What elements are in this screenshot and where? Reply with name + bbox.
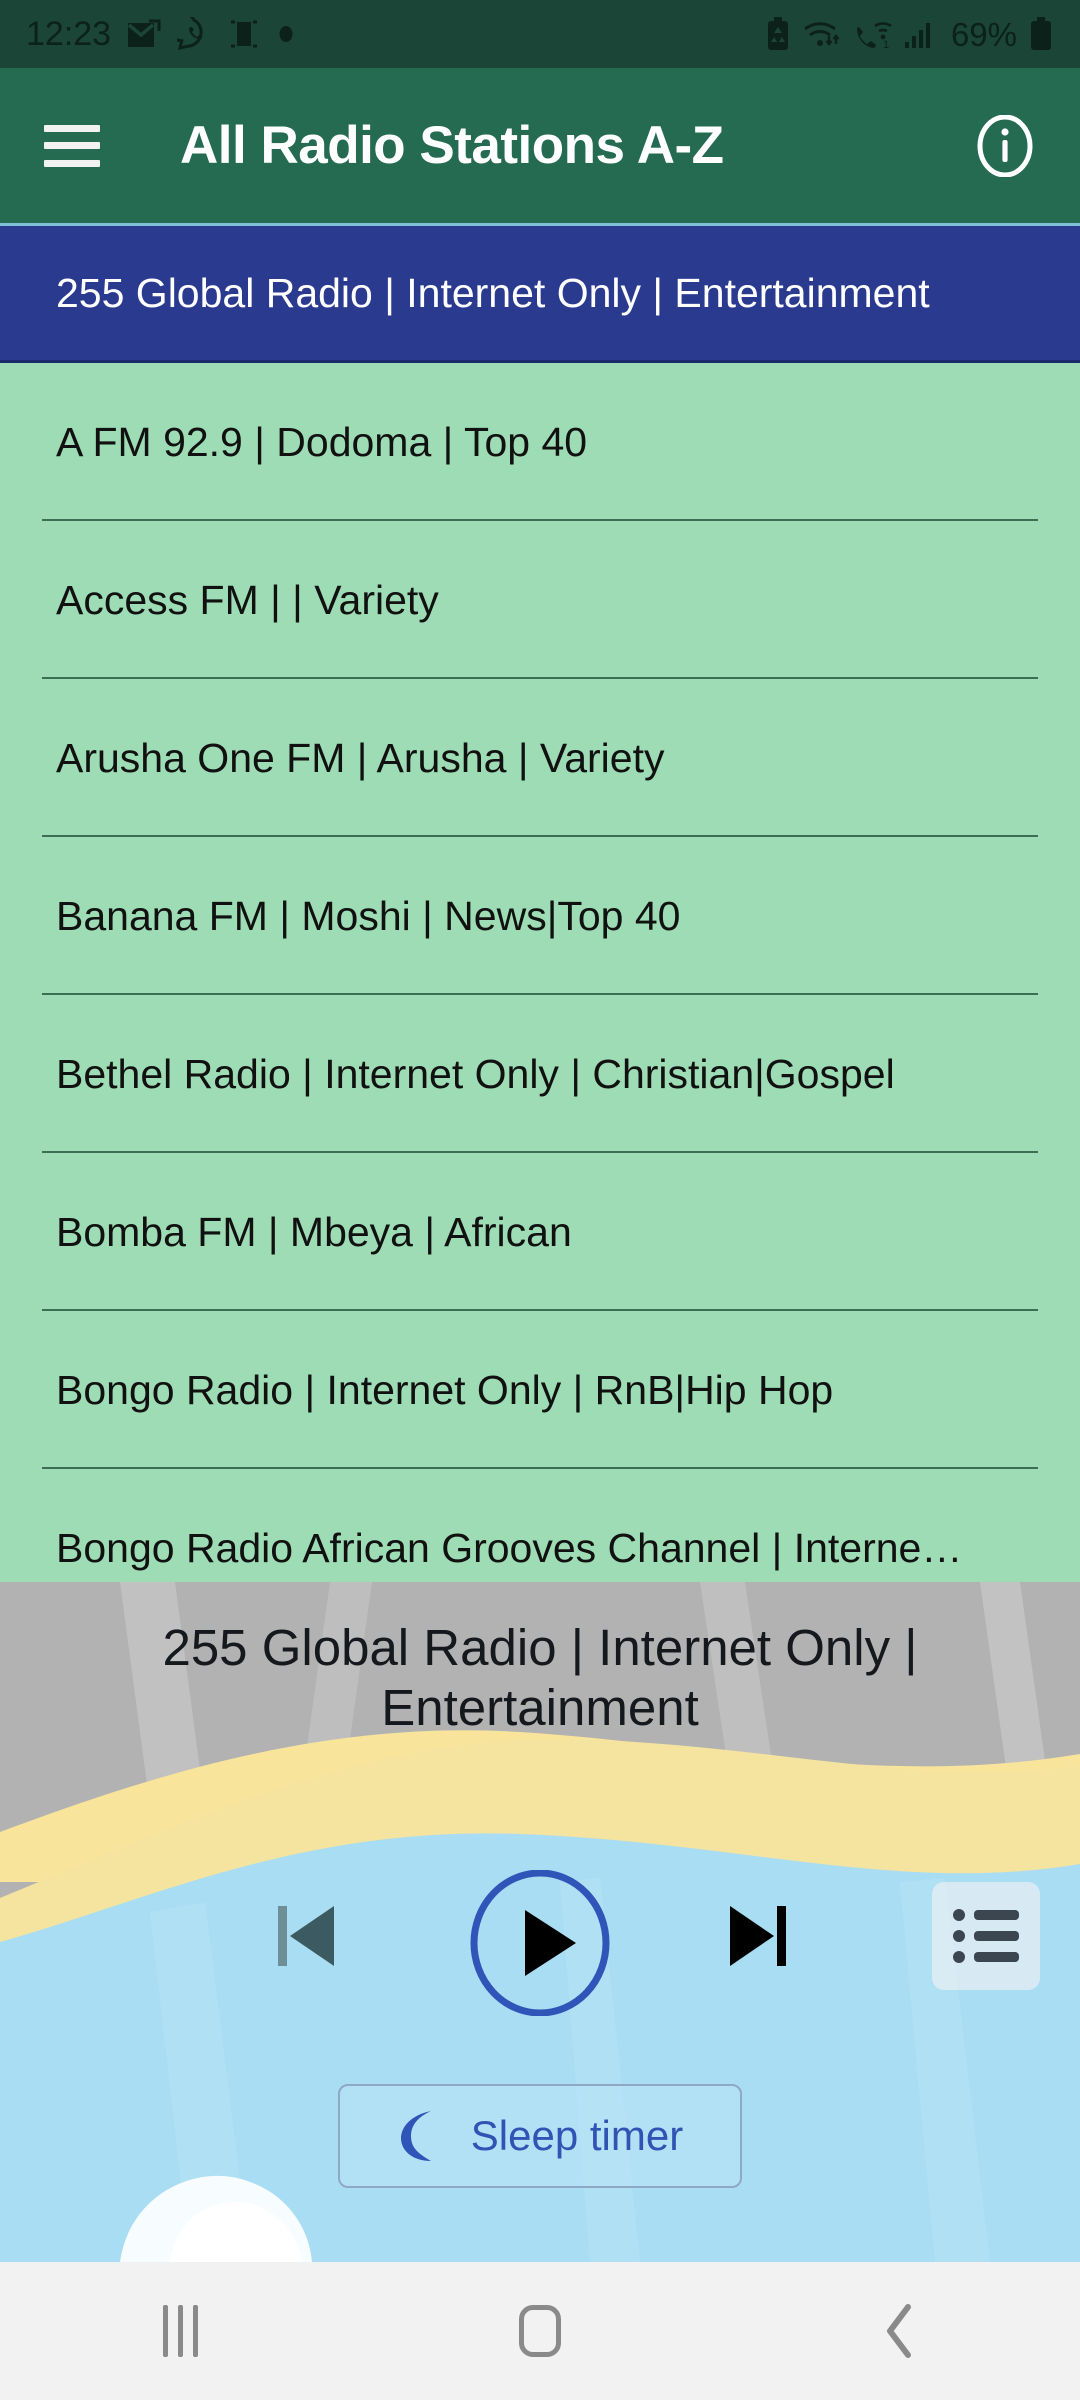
gmail-icon xyxy=(127,19,161,47)
sleep-timer-label: Sleep timer xyxy=(470,2112,684,2159)
station-row[interactable]: Access FM | | Variety xyxy=(0,521,1080,679)
recents-icon[interactable] xyxy=(0,2262,360,2400)
play-icon[interactable] xyxy=(467,1870,613,2016)
battery-icon xyxy=(1031,17,1051,50)
playlist-queue-icon[interactable] xyxy=(932,1882,1040,1990)
station-label: Banana FM | Moshi | News|Top 40 xyxy=(56,892,681,939)
station-row[interactable]: Bongo Radio African Grooves Channel | In… xyxy=(0,1469,1080,1583)
status-bar-clock: 12:23 xyxy=(26,15,112,53)
hamburger-bar xyxy=(44,142,100,149)
phone-screen: 12:23 1 69% All Radio Stations A-Z 255 G… xyxy=(0,0,1080,2400)
skip-next-icon[interactable] xyxy=(722,1894,792,1978)
back-icon[interactable] xyxy=(720,2262,1080,2400)
station-row[interactable]: Banana FM | Moshi | News|Top 40 xyxy=(0,837,1080,995)
hamburger-bar xyxy=(44,159,100,167)
station-row[interactable]: Bethel Radio | Internet Only | Christian… xyxy=(0,995,1080,1153)
recents-bar xyxy=(192,2305,198,2357)
svg-text:1: 1 xyxy=(883,39,889,50)
wifi-calling-icon: 1 xyxy=(856,22,892,50)
station-row-selected[interactable]: 255 Global Radio | Internet Only | Enter… xyxy=(0,223,1080,363)
hamburger-menu-icon[interactable] xyxy=(44,124,100,167)
home-icon[interactable] xyxy=(360,2262,720,2400)
whatsapp-icon xyxy=(177,17,203,51)
sleep-timer-button[interactable]: Sleep timer xyxy=(338,2084,742,2188)
back-glyph xyxy=(887,2304,911,2358)
recents-glyph xyxy=(162,2305,198,2357)
station-label: Arusha One FM | Arusha | Variety xyxy=(56,734,665,781)
home-glyph xyxy=(519,2305,561,2357)
station-label: Bongo Radio | Internet Only | RnB|Hip Ho… xyxy=(56,1366,834,1413)
status-bar-right: 1 69% xyxy=(765,17,1054,51)
battery-saver-icon xyxy=(767,17,788,50)
station-label: 255 Global Radio | Internet Only | Enter… xyxy=(56,269,930,316)
info-icon[interactable] xyxy=(974,114,1036,177)
skip-previous-icon[interactable] xyxy=(272,1894,342,1978)
recents-bar xyxy=(162,2305,168,2357)
screen-mirror-icon xyxy=(231,20,258,48)
app-bar: All Radio Stations A-Z xyxy=(0,68,1080,223)
station-label: Bethel Radio | Internet Only | Christian… xyxy=(56,1050,895,1097)
station-label: Bongo Radio African Grooves Channel | In… xyxy=(56,1524,963,1571)
page-title: All Radio Stations A-Z xyxy=(180,116,724,175)
station-label: Bomba FM | Mbeya | African xyxy=(56,1208,572,1255)
crescent-moon-icon xyxy=(400,2111,431,2161)
station-row[interactable]: Bongo Radio | Internet Only | RnB|Hip Ho… xyxy=(0,1311,1080,1469)
dot-indicator-icon xyxy=(279,26,293,42)
now-playing-title: 255 Global Radio | Internet Only | Enter… xyxy=(162,1619,918,1737)
cellular-signal-icon xyxy=(904,23,930,48)
status-bar: 12:23 1 69% xyxy=(0,0,1080,68)
station-list[interactable]: 255 Global Radio | Internet Only | Enter… xyxy=(0,223,1080,1583)
player-panel: 255 Global Radio | Internet Only | Enter… xyxy=(0,1582,1080,2262)
wifi-data-icon xyxy=(804,22,840,46)
station-row[interactable]: Arusha One FM | Arusha | Variety xyxy=(0,679,1080,837)
recents-bar xyxy=(177,2305,183,2357)
system-navigation-bar xyxy=(0,2262,1080,2400)
station-row[interactable]: Bomba FM | Mbeya | African xyxy=(0,1153,1080,1311)
status-bar-left: 12:23 xyxy=(26,17,295,51)
hamburger-bar xyxy=(44,124,100,132)
station-label: Access FM | | Variety xyxy=(56,576,439,623)
transport-controls xyxy=(0,1870,1080,2016)
station-row[interactable]: A FM 92.9 | Dodoma | Top 40 xyxy=(0,363,1080,521)
battery-percent-label: 69% xyxy=(950,15,1017,53)
station-label: A FM 92.9 | Dodoma | Top 40 xyxy=(56,418,588,465)
